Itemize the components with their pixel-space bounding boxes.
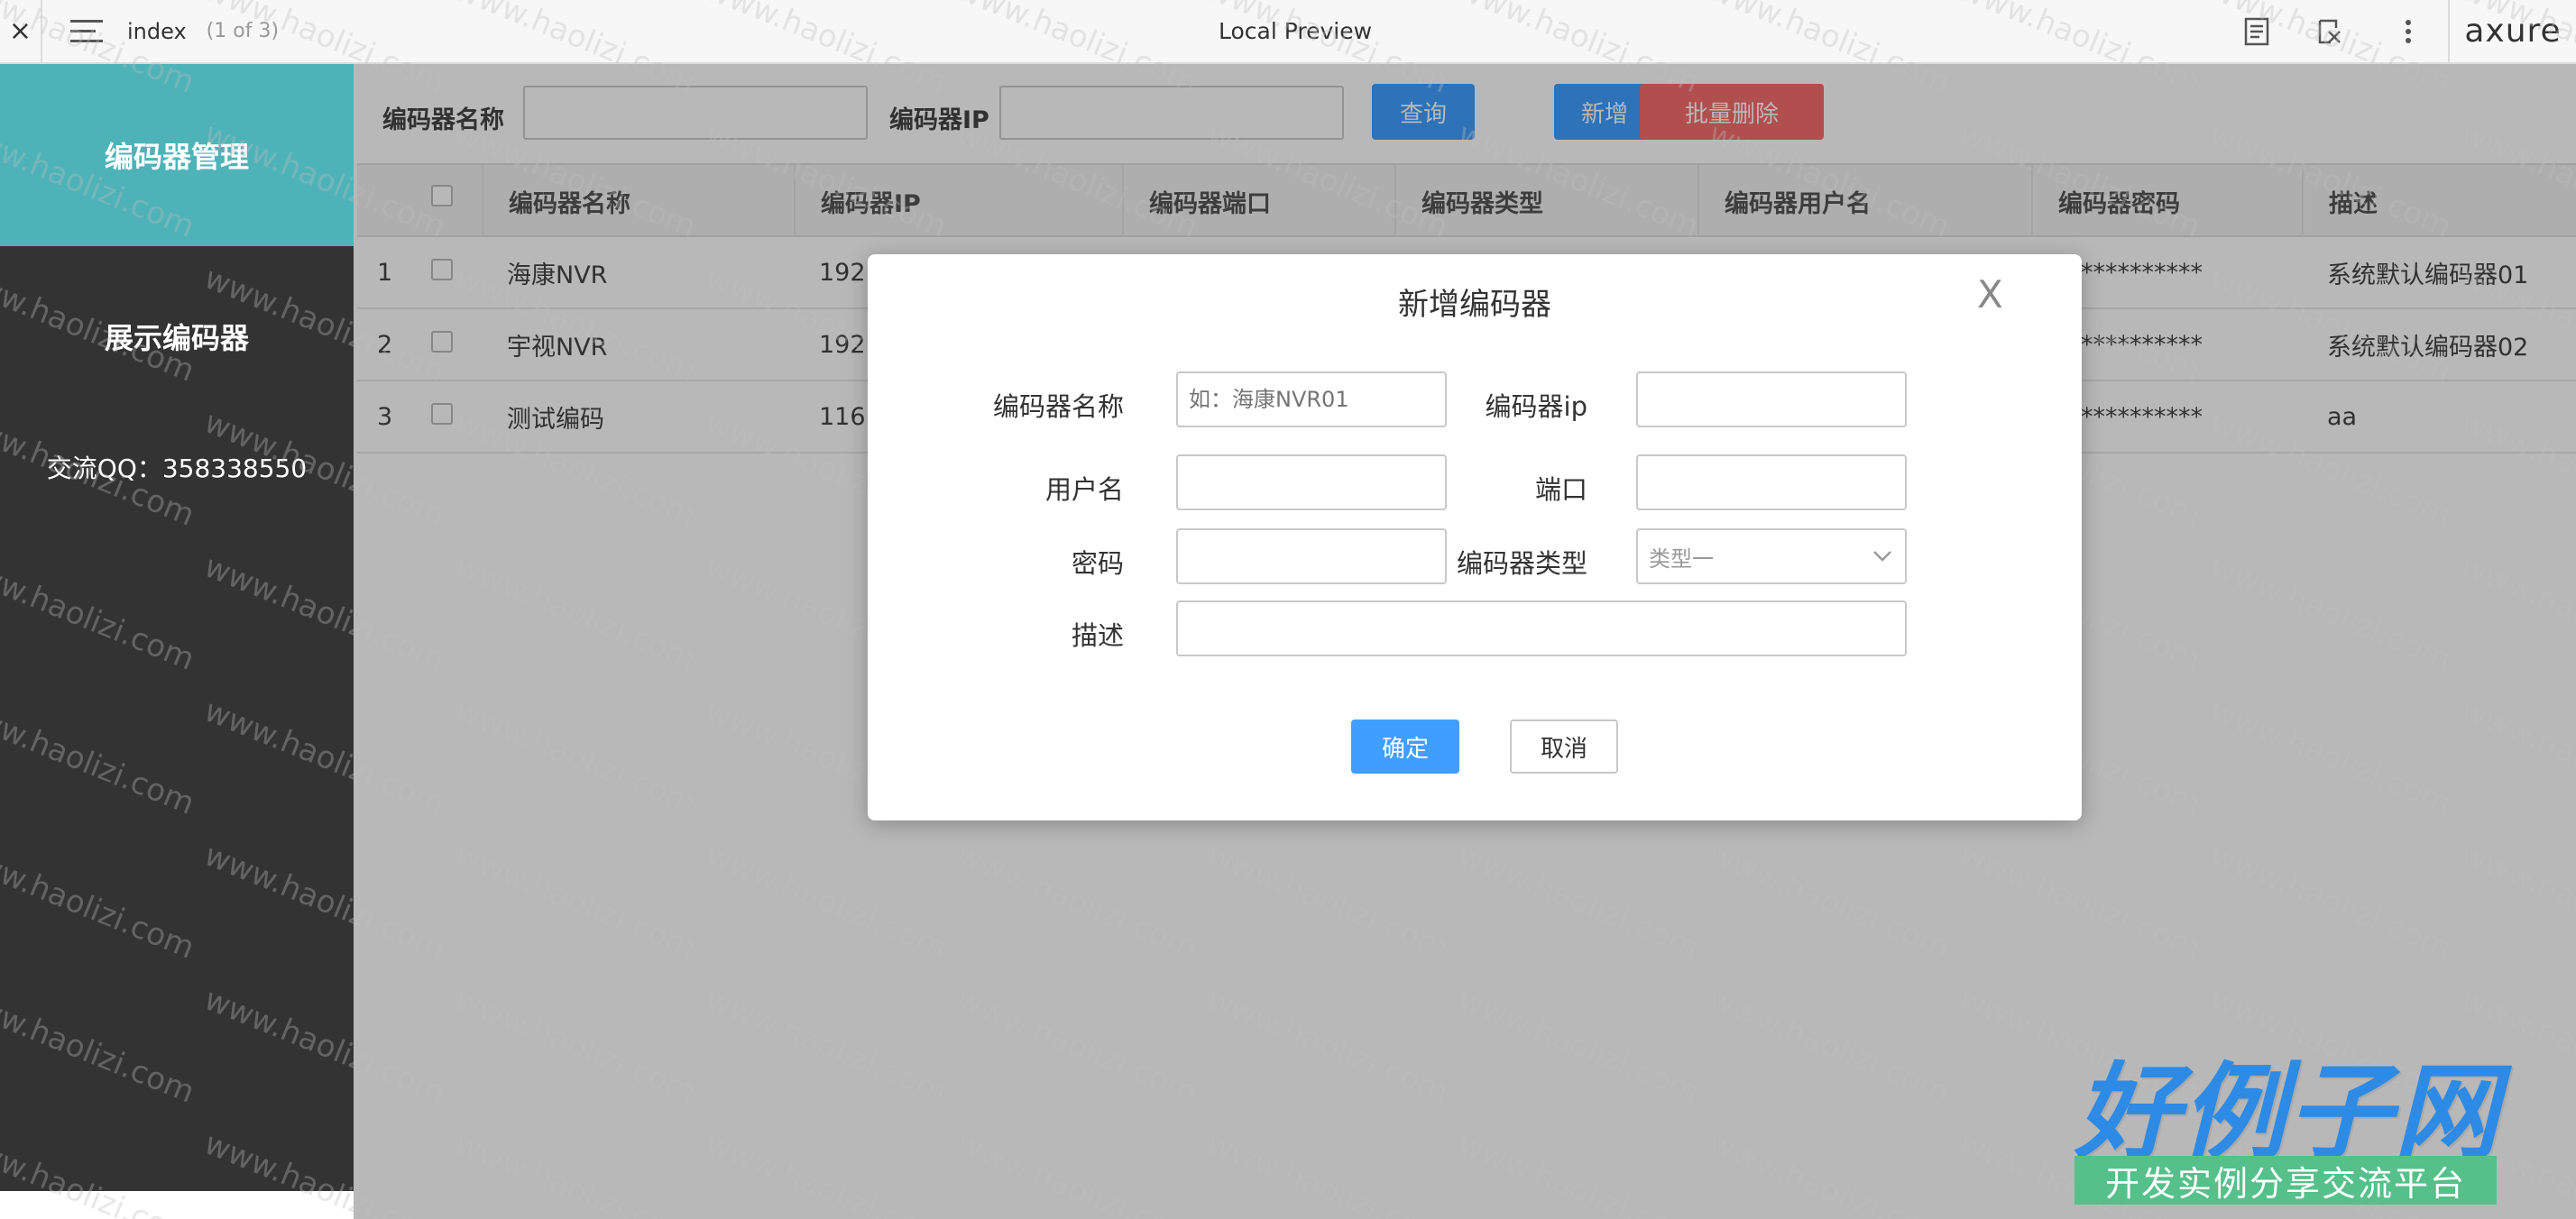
- sidebar: 编码器管理 展示编码器 交流QQ：358338550: [0, 64, 354, 1191]
- confirm-button[interactable]: 确定: [1351, 719, 1459, 774]
- close-icon: ×: [8, 15, 32, 47]
- sidebar-item-encoder-management[interactable]: 编码器管理: [0, 64, 354, 246]
- description-label: 描述: [1071, 620, 1124, 651]
- encoder-ip-label: 编码器ip: [1485, 391, 1587, 422]
- toolbar-title: Local Preview: [1218, 18, 1373, 44]
- page-name: index: [127, 18, 187, 44]
- sidebar-item-label: 编码器管理: [104, 140, 249, 174]
- sidebar-item-label: 展示编码器: [104, 321, 249, 355]
- cancel-button[interactable]: 取消: [1510, 719, 1618, 774]
- page-count: (1 of 3): [206, 20, 280, 42]
- chevron-down-icon: [1873, 551, 1891, 562]
- more-icon[interactable]: [2392, 15, 2424, 48]
- page-selector[interactable]: index (1 of 3): [127, 0, 279, 62]
- port-label: 端口: [1534, 474, 1587, 505]
- dialog-close-icon[interactable]: X: [1977, 272, 2003, 316]
- adaptive-view-icon[interactable]: [2313, 15, 2345, 48]
- sidebar-contact-qq: 交流QQ：358338550: [46, 454, 308, 483]
- close-preview-button[interactable]: ×: [0, 0, 42, 62]
- encoder-type-label: 编码器类型: [1456, 548, 1587, 579]
- encoder-name-label: 编码器名称: [992, 391, 1124, 422]
- site-watermark-slogan: 开发实例分享交流平台: [2075, 1156, 2497, 1205]
- encoder-type-select[interactable]: 类型一: [1636, 528, 1907, 584]
- add-encoder-dialog: 新增编码器 X 编码器名称 编码器ip 用户名 端口 密码 编码器类型 类型一 …: [868, 254, 2082, 820]
- encoder-ip-input[interactable]: [1636, 371, 1907, 427]
- port-input[interactable]: [1636, 454, 1907, 510]
- description-input[interactable]: [1176, 600, 1907, 656]
- dialog-title: 新增编码器: [1398, 287, 1551, 323]
- password-label: 密码: [1071, 548, 1124, 579]
- username-label: 用户名: [1044, 474, 1124, 505]
- hamburger-menu-icon[interactable]: [70, 18, 103, 45]
- encoder-type-value: 类型一: [1649, 545, 1714, 572]
- sidebar-item-show-encoder[interactable]: 展示编码器: [0, 246, 354, 426]
- axure-logo: axure: [2448, 0, 2576, 62]
- notes-icon[interactable]: [2240, 15, 2273, 48]
- preview-toolbar: × index (1 of 3) Local Preview axure: [0, 0, 2576, 64]
